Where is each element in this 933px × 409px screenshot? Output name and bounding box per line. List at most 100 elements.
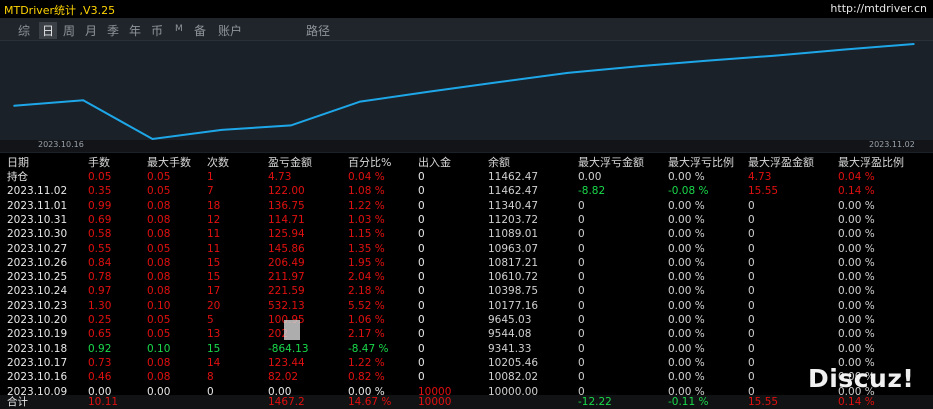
cell-percent: 1.03 % xyxy=(348,213,385,226)
table-row[interactable]: 2023.11.01 0.99 0.08 18 136.75 1.22 % 0 11340.4… xyxy=(0,199,933,213)
chart-date-axis: 2023.10.16 2023.11.02 xyxy=(0,140,933,152)
cell-count: 5 xyxy=(207,314,214,326)
cell-lots: 0.97 xyxy=(88,285,112,298)
cell-max-float-profit-pct: 0.00 % xyxy=(838,342,875,355)
header-pnl: 盈亏金额 xyxy=(268,156,312,169)
cell-balance: 10817.21 xyxy=(488,256,539,269)
cell-pnl: 4.73 xyxy=(268,171,292,183)
equity-point xyxy=(913,43,915,45)
header-date: 日期 xyxy=(7,156,29,169)
cell-date: 2023.10.24 xyxy=(7,285,68,298)
cell-balance: 11462.47 xyxy=(488,185,539,198)
cell-count: 20 xyxy=(207,299,221,312)
header-deposit: 出入金 xyxy=(418,156,451,169)
cell-deposit: 0 xyxy=(418,171,425,183)
cell-max-lots: 0.05 xyxy=(147,171,171,183)
tab-daily[interactable]: 日 xyxy=(39,22,58,39)
tab-quarterly[interactable]: 季 xyxy=(107,22,119,39)
cell-max-float-profit-pct: 0.00 % xyxy=(838,213,875,226)
cell-max-float-loss-pct: 0.00 % xyxy=(668,299,705,312)
equity-point xyxy=(220,129,223,131)
tab-monthly[interactable]: 月 xyxy=(85,22,97,39)
cell-deposit: 0 xyxy=(418,314,425,326)
cell-lots: 0.25 xyxy=(88,314,112,326)
cell-count: 15 xyxy=(207,342,221,355)
cell-max-float-loss: -8.82 xyxy=(578,185,606,198)
cell-lots: 0.78 xyxy=(88,271,112,284)
table-row[interactable]: 2023.10.30 0.58 0.08 11 125.94 1.15 % 0 11089.0… xyxy=(0,227,933,241)
table-header[interactable]: 日期 手数 最大手数 次数 盈亏金额 百分比% 出入金 余额 最大浮亏金额 最大浮亏比例 最大浮盈金… xyxy=(0,156,933,170)
cell-pnl: 221.59 xyxy=(268,285,305,298)
tab-overview[interactable]: 综 xyxy=(18,22,30,39)
cell-max-lots: 0.08 xyxy=(147,228,171,241)
tab-path[interactable]: 路径 xyxy=(306,22,330,39)
cell-percent: 14.67 % xyxy=(348,396,392,408)
cell-balance: 11089.01 xyxy=(488,228,539,241)
cell-max-float-profit-pct: 0.00 % xyxy=(838,314,875,326)
cell-deposit: 0 xyxy=(418,271,425,284)
table-row[interactable]: 2023.10.18 0.92 0.10 15 -864.13 -8.47 % 0 9341.… xyxy=(0,342,933,356)
cell-max-float-profit-pct: 0.14 % xyxy=(838,396,875,408)
table-row[interactable]: 2023.11.02 0.35 0.05 7 122.00 1.08 % 0 11462.47… xyxy=(0,184,933,198)
tab-notes[interactable]: 备 xyxy=(194,22,206,39)
cell-lots: 0.92 xyxy=(88,342,112,355)
table-row[interactable]: 持仓 0.05 0.05 1 4.73 0.04 % 0 11462.47 0.00 0.00 %… xyxy=(0,170,933,184)
header-percent: 百分比% xyxy=(348,156,392,169)
table-row[interactable]: 2023.10.24 0.97 0.08 17 221.59 2.18 % 0 10398.7… xyxy=(0,284,933,298)
cell-max-lots: 0.08 xyxy=(147,271,171,284)
cell-max-float-profit: 0 xyxy=(748,342,755,355)
cell-balance: 11340.47 xyxy=(488,199,539,212)
table-row[interactable]: 2023.10.17 0.73 0.08 14 123.44 1.22 % 0 10205.4… xyxy=(0,356,933,370)
table-row[interactable]: 2023.10.200.250.055100.951.06 %09645.030… xyxy=(0,313,933,327)
cell-percent: 1.06 % xyxy=(348,314,385,326)
cell-percent: 1.35 % xyxy=(348,242,385,255)
site-url-link[interactable]: http://mtdriver.cn xyxy=(830,2,927,15)
cell-max-lots: 0.10 xyxy=(147,299,171,312)
cell-date: 2023.11.01 xyxy=(7,199,68,212)
cell-max-float-loss-pct: 0.00 % xyxy=(668,328,705,341)
cell-max-float-profit-pct: 0.00 % xyxy=(838,199,875,212)
cell-percent: 0.82 % xyxy=(348,371,385,384)
tab-m[interactable]: M xyxy=(175,24,183,34)
cell-max-lots: 0.08 xyxy=(147,356,171,369)
totals-row[interactable]: 合计 10.11 1467.2 14.67 % 10000 -12.22 -0.11 % 15… xyxy=(0,395,933,409)
table-row[interactable]: 2023.10.19 0.65 0.05 13 202 2.17 % 0 9544.08 0 0.… xyxy=(0,327,933,341)
equity-point xyxy=(497,81,500,83)
tab-weekly[interactable]: 周 xyxy=(63,22,75,39)
table-row[interactable]: 2023.10.26 0.84 0.08 15 206.49 1.95 % 0 10817.2… xyxy=(0,256,933,270)
cell-date: 2023.10.16 xyxy=(7,371,68,384)
cell-lots: 0.65 xyxy=(88,328,112,341)
equity-chart xyxy=(0,40,933,153)
cell-max-lots: 0.05 xyxy=(147,328,171,341)
equity-line xyxy=(13,43,915,141)
cell-max-float-profit: 15.55 xyxy=(748,396,779,408)
cell-percent: 2.04 % xyxy=(348,271,385,284)
cell-max-float-profit-pct: 0.00 % xyxy=(838,271,875,284)
cell-balance: 10205.46 xyxy=(488,356,539,369)
table-row[interactable]: 2023.10.31 0.69 0.08 12 114.71 1.03 % 0 11203.7… xyxy=(0,213,933,227)
cell-count: 1 xyxy=(207,171,214,183)
cell-max-float-profit: 0 xyxy=(748,356,755,369)
equity-chart-svg xyxy=(13,43,915,141)
cell-max-float-profit-pct: 0.04 % xyxy=(838,171,875,183)
cell-balance: 9544.08 xyxy=(488,328,532,341)
cell-count: 8 xyxy=(207,371,214,384)
cell-max-float-profit-pct: 0.00 % xyxy=(838,328,875,341)
cell-balance: 11462.47 xyxy=(488,171,539,183)
cell-pnl: 211.97 xyxy=(268,271,305,284)
tab-account[interactable]: 账户 xyxy=(218,22,242,39)
cell-percent: 1.22 % xyxy=(348,356,385,369)
table-row[interactable]: 2023.10.25 0.78 0.08 15 211.97 2.04 % 0 10610.7… xyxy=(0,270,933,284)
cell-deposit: 0 xyxy=(418,342,425,355)
table-row[interactable]: 2023.10.27 0.55 0.05 11 145.86 1.35 % 0 10963.0… xyxy=(0,242,933,256)
tab-yearly[interactable]: 年 xyxy=(129,22,141,39)
chart-start-date: 2023.10.16 xyxy=(38,140,84,149)
equity-point xyxy=(359,100,361,103)
table-row[interactable]: 2023.10.23 1.30 0.10 20 532.13 5.52 % 0 10177.1… xyxy=(0,299,933,313)
cell-max-float-loss-pct: 0.00 % xyxy=(668,356,705,369)
tab-currency[interactable]: 币 xyxy=(151,22,163,39)
cell-max-float-profit: 15.55 xyxy=(748,185,779,198)
table-row[interactable]: 2023.10.16 0.46 0.08 8 82.02 0.82 % 0 10082.02 0… xyxy=(0,370,933,384)
title-bar: MTDriver统计 ,V3.25 http://mtdriver.cn xyxy=(0,0,933,18)
cell-max-float-profit-pct: 0.00 % xyxy=(838,242,875,255)
